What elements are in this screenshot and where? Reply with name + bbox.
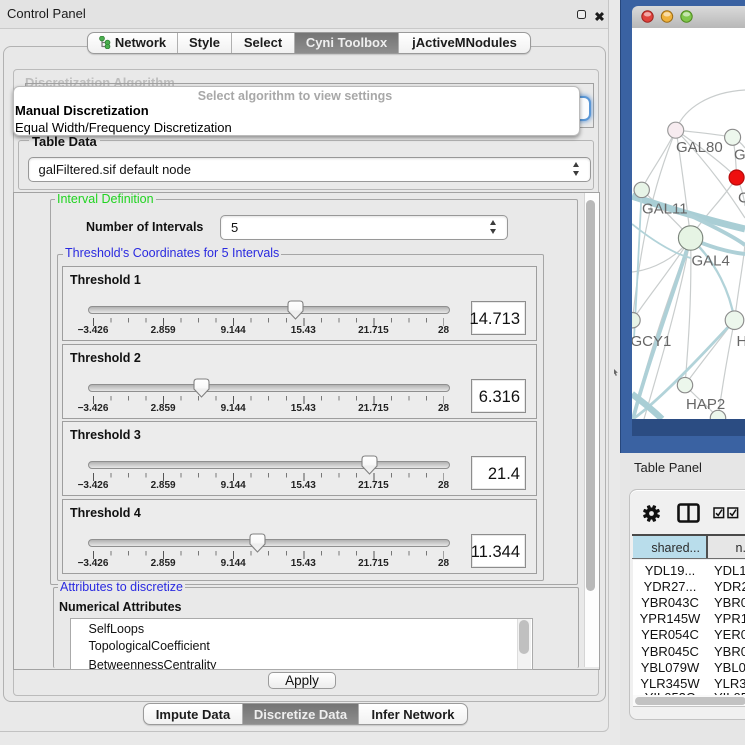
svg-text:GAL: GAL — [734, 146, 745, 163]
svg-text:HAP2: HAP2 — [686, 396, 725, 413]
svg-text:C: C — [738, 189, 745, 206]
svg-text:GAL4: GAL4 — [692, 252, 730, 269]
svg-text:GCY1: GCY1 — [632, 333, 671, 350]
svg-text:GAL80: GAL80 — [676, 139, 723, 156]
svg-text:GAL11: GAL11 — [642, 200, 688, 217]
svg-text:H: H — [737, 333, 745, 350]
